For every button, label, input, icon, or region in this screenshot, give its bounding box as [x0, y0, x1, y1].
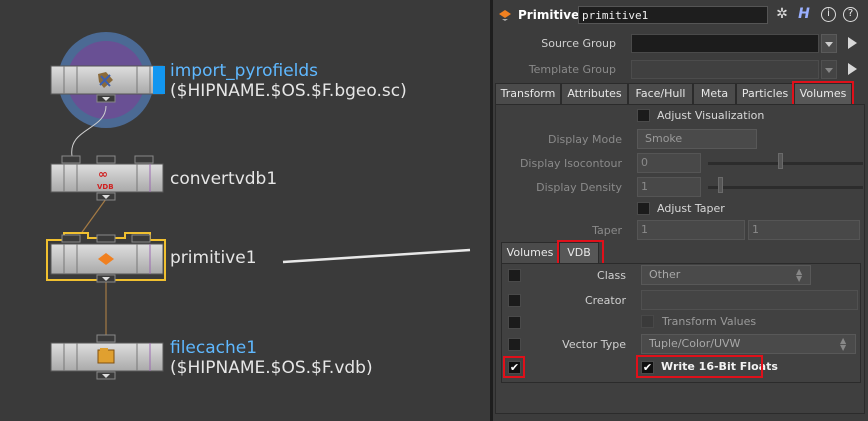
node-filecache1 [50, 334, 164, 380]
tab-particles[interactable]: Particles [736, 83, 794, 104]
node-subtitle-filecache: ($HIPNAME.$OS.$F.vdb) [170, 358, 373, 378]
parameter-panel: Primitive primitive1 ✲ H i ? Source Grou… [493, 0, 868, 421]
tab-face-hull[interactable]: Face/Hull [628, 83, 693, 104]
template-group-label: Template Group [528, 63, 616, 76]
node-name-import[interactable]: import_pyrofields [170, 61, 318, 82]
vector-type-override-checkbox[interactable] [508, 338, 521, 351]
node-type-label: Primitive [518, 8, 580, 22]
class-override-checkbox[interactable] [508, 269, 521, 282]
node-convertvdb1: ∞ VDB [50, 155, 164, 201]
template-group-input[interactable] [631, 60, 819, 79]
node-subtitle-import: ($HIPNAME.$OS.$F.bgeo.sc) [170, 81, 407, 101]
gear-icon[interactable]: ✲ [772, 5, 792, 25]
sub-tab-bar: Volumes VDB [501, 242, 861, 263]
node-name-primitive[interactable]: primitive1 [170, 248, 257, 269]
display-isocontour-slider[interactable] [708, 162, 863, 165]
vector-type-select[interactable]: Tuple/Color/UVW [641, 334, 856, 354]
taper-x-input[interactable]: 1 [637, 220, 745, 240]
class-select[interactable]: Other [641, 265, 811, 285]
class-label: Class [597, 269, 626, 282]
source-group-dropdown[interactable] [821, 34, 837, 53]
display-mode-label: Display Mode [547, 133, 622, 146]
tab-attributes[interactable]: Attributes [561, 83, 628, 104]
highlight-tab-volumes [792, 81, 854, 106]
source-group-label: Source Group [541, 37, 616, 50]
adjust-taper-label: Adjust Taper [657, 202, 725, 215]
creator-override-checkbox[interactable] [508, 294, 521, 307]
creator-label: Creator [584, 294, 626, 307]
highlight-override-checkbox [503, 356, 525, 378]
network-view[interactable]: ∞ VDB import_pyrofields ($HIPNAME.$OS.$F… [0, 0, 490, 421]
display-isocontour-label: Display Isocontour [519, 157, 622, 170]
info-icon[interactable]: i [821, 7, 836, 22]
display-density-slider-thumb[interactable] [718, 177, 723, 193]
adjust-taper-checkbox[interactable] [637, 202, 650, 215]
taper-label: Taper [592, 224, 622, 237]
source-group-input[interactable] [631, 34, 819, 53]
template-group-dropdown[interactable] [821, 60, 837, 79]
source-group-select-arrow[interactable] [848, 37, 857, 49]
taper-y-input[interactable]: 1 [748, 220, 860, 240]
display-density-label: Display Density [536, 181, 622, 194]
adjust-visualization-checkbox[interactable] [637, 109, 650, 122]
transform-values-checkbox[interactable] [641, 315, 654, 328]
display-density-input[interactable]: 1 [637, 177, 701, 197]
help-h-icon[interactable]: H [794, 5, 814, 25]
svg-text:∞: ∞ [98, 167, 108, 181]
node-name-field[interactable]: primitive1 [578, 6, 768, 24]
vector-type-spinner-icon: ▲ ▼ [840, 336, 847, 352]
tab-meta[interactable]: Meta [693, 83, 736, 104]
highlight-write-16bit [636, 355, 763, 378]
question-icon[interactable]: ? [843, 7, 858, 22]
template-group-select-arrow[interactable] [848, 63, 857, 75]
node-name-filecache[interactable]: filecache1 [170, 338, 257, 359]
vector-type-label: Vector Type [562, 338, 626, 351]
node-type-icon [497, 8, 513, 22]
display-isocontour-input[interactable]: 0 [637, 153, 701, 173]
display-isocontour-slider-thumb[interactable] [778, 153, 783, 169]
wire-convert-primitive [79, 198, 107, 236]
display-mode-select[interactable]: Smoke [637, 129, 757, 149]
node-primitive1 [46, 232, 166, 283]
adjust-visualization-label: Adjust Visualization [657, 109, 765, 122]
class-spinner-icon: ▲ ▼ [796, 267, 803, 283]
tab-transform[interactable]: Transform [495, 83, 561, 104]
transform-values-override-checkbox[interactable] [508, 316, 521, 329]
transform-values-label: Transform Values [662, 315, 757, 328]
subtab-volumes[interactable]: Volumes [501, 242, 559, 263]
pointer-line [282, 248, 471, 264]
node-name-convertvdb[interactable]: convertvdb1 [170, 169, 277, 190]
vdb-badge-text: VDB [97, 183, 114, 191]
creator-input[interactable] [641, 290, 858, 310]
display-density-slider[interactable] [708, 186, 863, 189]
